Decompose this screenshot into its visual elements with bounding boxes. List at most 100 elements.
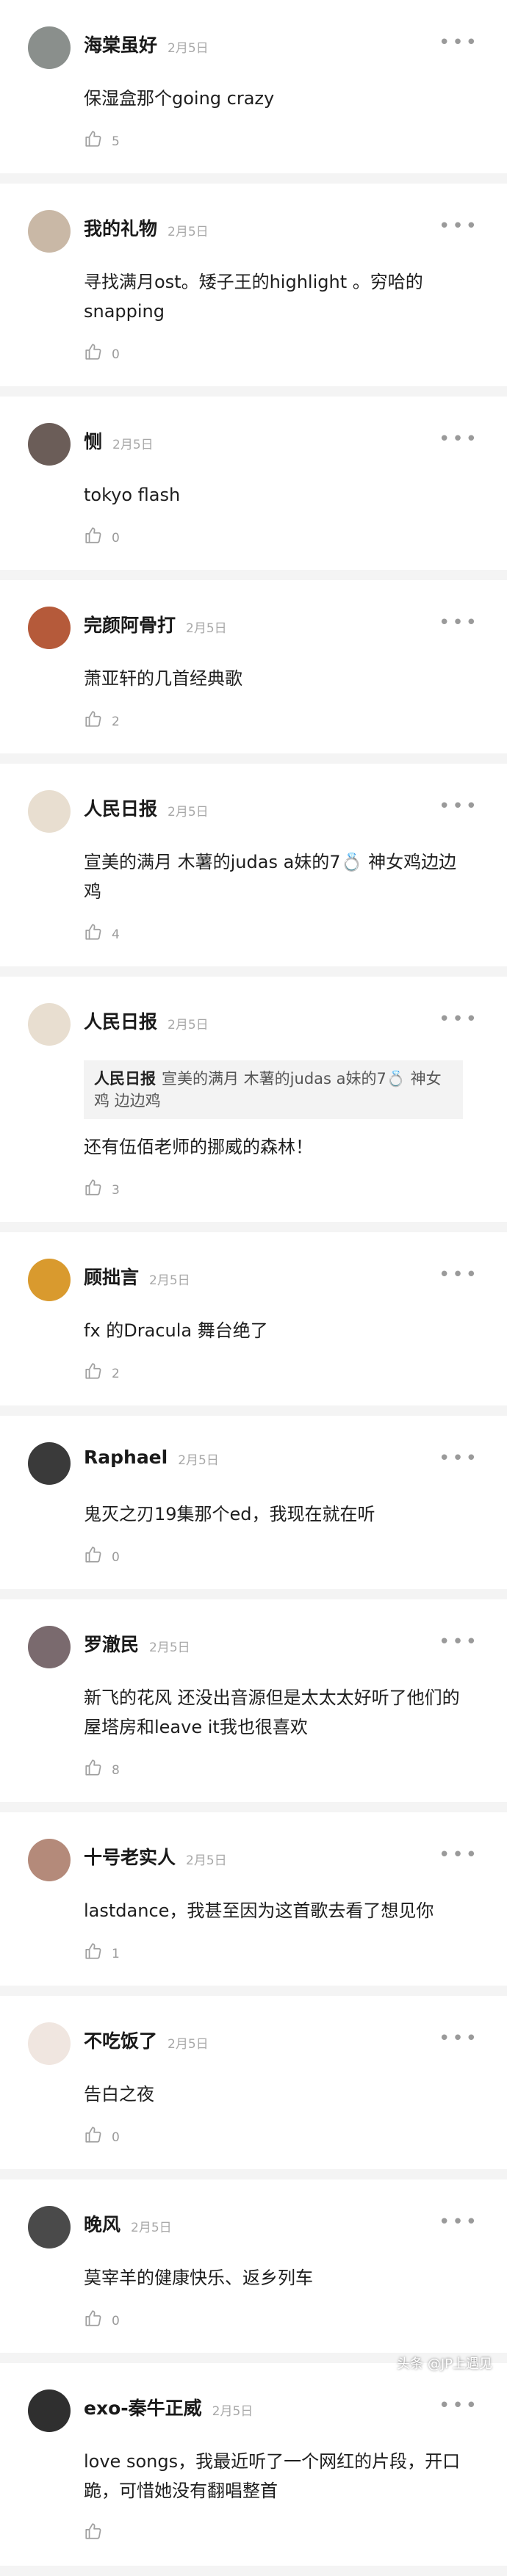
more-options-icon[interactable]: ••• bbox=[439, 797, 479, 816]
like-button[interactable]: 5 bbox=[84, 129, 507, 173]
comment-author[interactable]: 恻 2月5日 bbox=[84, 427, 154, 454]
like-button[interactable]: 8 bbox=[84, 1758, 507, 1802]
comment-author[interactable]: 不吃饭了 2月5日 bbox=[84, 2027, 209, 2053]
more-options-icon[interactable]: ••• bbox=[439, 2029, 479, 2048]
more-options-icon[interactable]: ••• bbox=[439, 217, 479, 236]
more-options-icon[interactable]: ••• bbox=[439, 1010, 479, 1029]
avatar[interactable] bbox=[28, 607, 71, 649]
avatar[interactable] bbox=[28, 2022, 71, 2065]
comment-author[interactable]: 顾拙言 2月5日 bbox=[84, 1263, 190, 1289]
more-options-icon[interactable]: ••• bbox=[439, 2213, 479, 2232]
comment-author[interactable]: 罗澈民 2月5日 bbox=[84, 1630, 190, 1657]
like-button[interactable]: 0 bbox=[84, 2309, 507, 2353]
like-button[interactable]: 0 bbox=[84, 342, 507, 386]
thumb-up-icon bbox=[84, 709, 103, 728]
author-name: 恻 bbox=[84, 431, 103, 452]
more-options-icon[interactable]: ••• bbox=[439, 1845, 479, 1864]
avatar[interactable] bbox=[28, 1839, 71, 1881]
comment-author[interactable]: exo-秦牛正威 2月5日 bbox=[84, 2394, 253, 2420]
like-button[interactable]: 2 bbox=[84, 709, 507, 753]
avatar-image bbox=[28, 1839, 71, 1881]
thumb-up-icon bbox=[84, 1545, 103, 1564]
author-name: 完颜阿骨打 bbox=[84, 615, 176, 636]
comment-text: love songs，我最近听了一个网红的片段，开口跪，可惜她没有翻唱整首 bbox=[84, 2451, 461, 2501]
comment-header: 恻 2月5日 ••• bbox=[0, 423, 507, 467]
comment-date: 2月5日 bbox=[186, 621, 227, 636]
comment-date: 2月5日 bbox=[178, 1452, 219, 1468]
comment-author[interactable]: Raphael 2月5日 bbox=[84, 1447, 219, 1468]
comment-text: 鬼灭之刃19集那个ed，我现在就在听 bbox=[84, 1504, 375, 1524]
comment-item: 恻 2月5日 ••• tokyo flash 0 bbox=[0, 397, 507, 570]
avatar-image bbox=[28, 2206, 71, 2248]
thumb-up-icon bbox=[84, 526, 103, 545]
like-count: 5 bbox=[112, 134, 120, 149]
comment-feed: 海棠虽好 2月5日 ••• 保湿盒那个going crazy 5 我的礼物 2月5日 ••• 寻… bbox=[0, 0, 507, 2576]
like-button[interactable]: 4 bbox=[84, 922, 507, 966]
comment-text: lastdance，我甚至因为这首歌去看了想见你 bbox=[84, 1900, 434, 1921]
more-options-icon[interactable]: ••• bbox=[439, 1632, 479, 1651]
author-name: 人民日报 bbox=[84, 798, 158, 820]
comment-text: fx 的Dracula 舞台绝了 bbox=[84, 1320, 268, 1341]
comment-item: 十号老实人 2月5日 ••• lastdance，我甚至因为这首歌去看了想见你 1 bbox=[0, 1812, 507, 1986]
comment-date: 2月5日 bbox=[112, 437, 154, 452]
comment-text: 保湿盒那个going crazy bbox=[84, 88, 275, 109]
like-button[interactable]: 2 bbox=[84, 1361, 507, 1405]
more-options-icon[interactable]: ••• bbox=[439, 613, 479, 632]
like-button[interactable]: 0 bbox=[84, 526, 507, 570]
avatar[interactable] bbox=[28, 26, 71, 69]
more-options-icon[interactable]: ••• bbox=[439, 1265, 479, 1284]
like-button[interactable]: 1 bbox=[84, 1942, 507, 1986]
avatar[interactable] bbox=[28, 210, 71, 253]
watermark: 头条 @JP上遇见 bbox=[397, 2354, 492, 2373]
author-name: 罗澈民 bbox=[84, 1634, 140, 1655]
more-options-icon[interactable]: ••• bbox=[439, 33, 479, 52]
avatar[interactable] bbox=[28, 790, 71, 833]
like-button[interactable] bbox=[84, 2522, 507, 2566]
thumb-up-icon bbox=[84, 1361, 103, 1381]
comment-item: 完颜阿骨打 2月5日 ••• 萧亚轩的几首经典歌 2 bbox=[0, 580, 507, 753]
author-name: 顾拙言 bbox=[84, 1267, 140, 1288]
like-button[interactable]: 0 bbox=[84, 1545, 507, 1589]
like-count: 0 bbox=[112, 531, 120, 546]
like-button[interactable]: 0 bbox=[84, 2125, 507, 2169]
like-count: 3 bbox=[112, 1183, 120, 1198]
quoted-author: 人民日报 bbox=[94, 1070, 156, 1088]
author-name: 我的礼物 bbox=[84, 218, 158, 239]
avatar[interactable] bbox=[28, 1626, 71, 1668]
comment-item: 不吃饭了 2月5日 ••• 告白之夜 0 bbox=[0, 1996, 507, 2169]
comment-text: 寻找满月ost。矮子王的highlight 。穷哈的snapping bbox=[84, 272, 423, 322]
comment-header: 十号老实人 2月5日 ••• bbox=[0, 1839, 507, 1883]
comment-author[interactable]: 人民日报 2月5日 bbox=[84, 1007, 209, 1034]
avatar[interactable] bbox=[28, 423, 71, 466]
comment-author[interactable]: 晚风 2月5日 bbox=[84, 2210, 172, 2237]
comment-date: 2月5日 bbox=[168, 40, 209, 56]
like-count: 8 bbox=[112, 1763, 120, 1778]
comment-item: 顾拙言 2月5日 ••• fx 的Dracula 舞台绝了 2 bbox=[0, 1232, 507, 1405]
like-button[interactable]: 3 bbox=[84, 1178, 507, 1222]
like-count: 0 bbox=[112, 347, 120, 362]
avatar-image bbox=[28, 790, 71, 833]
avatar[interactable] bbox=[28, 1003, 71, 1046]
avatar[interactable] bbox=[28, 1442, 71, 1485]
comment-author[interactable]: 人民日报 2月5日 bbox=[84, 795, 209, 821]
more-options-icon[interactable]: ••• bbox=[439, 2396, 479, 2415]
comment-date: 2月5日 bbox=[131, 2220, 172, 2235]
comment-author[interactable]: 完颜阿骨打 2月5日 bbox=[84, 611, 227, 637]
thumb-up-icon bbox=[84, 922, 103, 941]
like-count: 0 bbox=[112, 1550, 120, 1565]
comment-text: 宣美的满月 木薯的judas a妹的7💍 神女鸡边边鸡 bbox=[84, 852, 457, 902]
comment-item: 海棠虽好 2月5日 ••• 保湿盒那个going crazy 5 bbox=[0, 0, 507, 173]
more-options-icon[interactable]: ••• bbox=[439, 430, 479, 449]
avatar[interactable] bbox=[28, 2389, 71, 2432]
comment-author[interactable]: 我的礼物 2月5日 bbox=[84, 214, 209, 241]
thumb-up-icon bbox=[84, 1178, 103, 1197]
comment-date: 2月5日 bbox=[168, 224, 209, 239]
comment-date: 2月5日 bbox=[168, 2036, 209, 2052]
avatar[interactable] bbox=[28, 2206, 71, 2248]
comment-author[interactable]: 海棠虽好 2月5日 bbox=[84, 31, 209, 57]
comment-author[interactable]: 十号老实人 2月5日 bbox=[84, 1843, 227, 1870]
like-count: 1 bbox=[112, 1947, 120, 1961]
comment-item: 晚风 2月5日 ••• 莫宰羊的健康快乐、返乡列车 0 bbox=[0, 2179, 507, 2353]
avatar[interactable] bbox=[28, 1259, 71, 1301]
more-options-icon[interactable]: ••• bbox=[439, 1449, 479, 1468]
